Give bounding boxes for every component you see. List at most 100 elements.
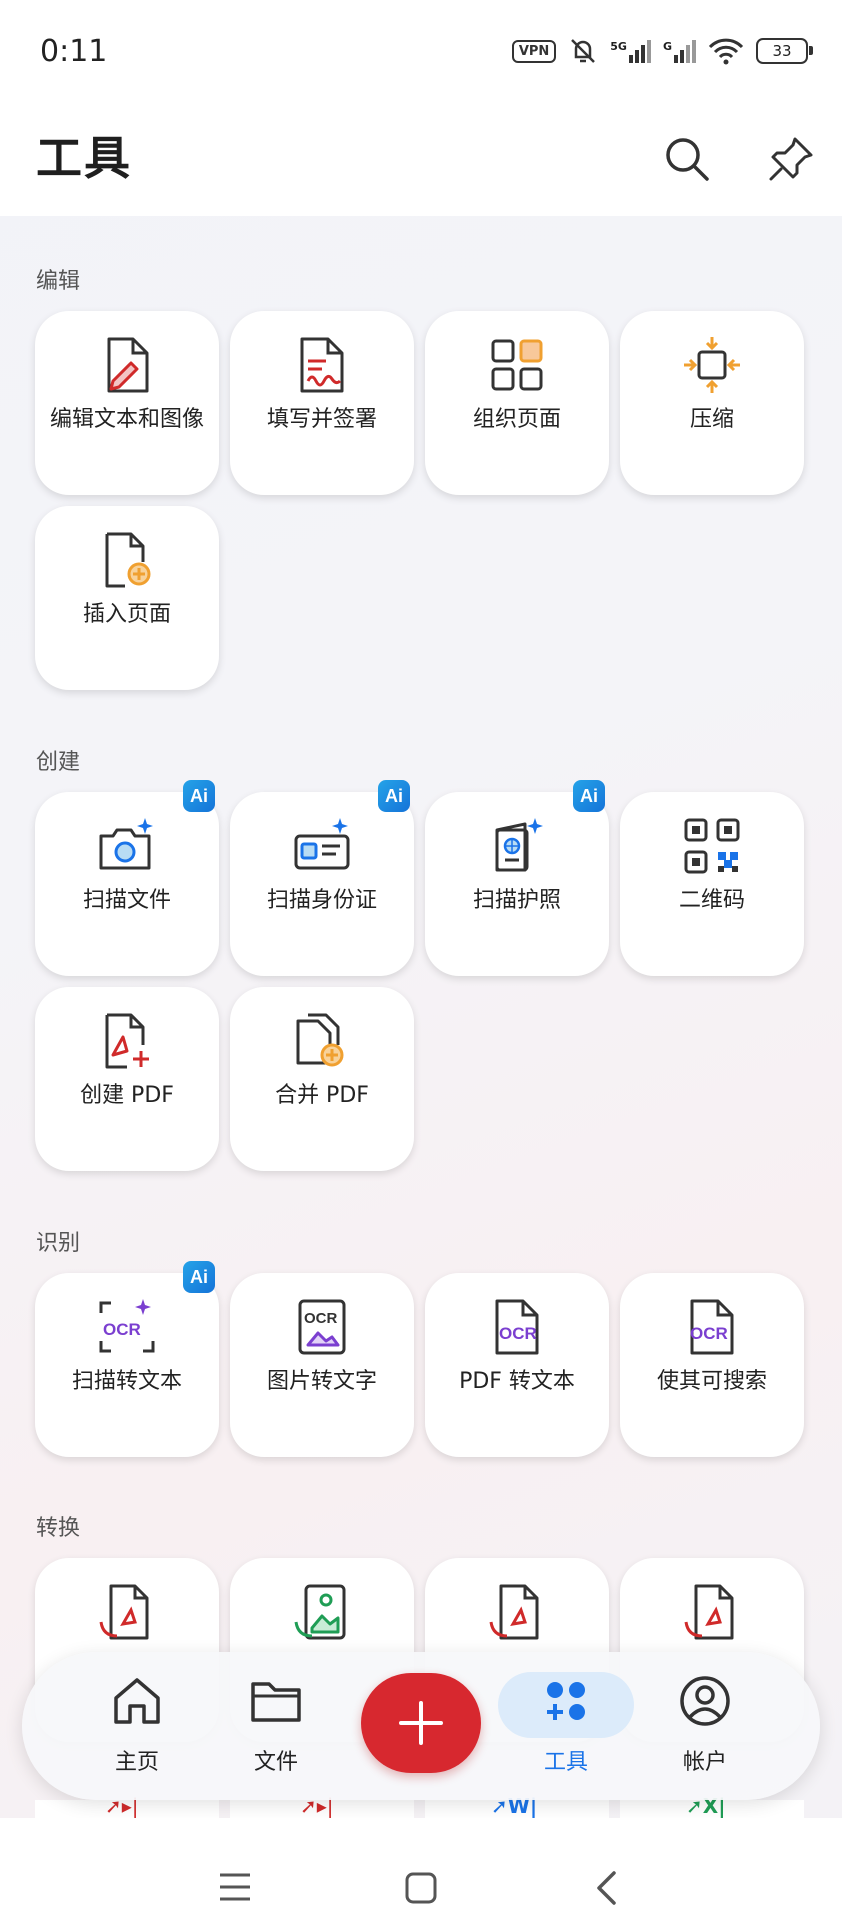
ai-badge: Ai	[573, 780, 605, 812]
tool-label: 编辑文本和图像	[49, 407, 204, 432]
nav-label: 文件	[253, 1750, 298, 1775]
menu-icon[interactable]	[218, 1872, 252, 1902]
searchable-ocr-icon: OCR	[690, 1299, 734, 1355]
pdf-convert-icon	[489, 1584, 539, 1640]
signal-g-icon: G	[662, 39, 696, 63]
merge-pdf-icon	[296, 1013, 344, 1067]
fill-sign-icon	[300, 337, 344, 393]
tool-scan-to-text[interactable]: Ai OCR 扫描转文本	[35, 1261, 219, 1457]
passport-scan-icon	[495, 818, 543, 872]
organize-pages-icon	[491, 339, 543, 391]
tool-label: 创建 PDF	[80, 1083, 174, 1108]
page-title: 工具	[36, 131, 132, 185]
tool-label: 组织页面	[472, 407, 561, 432]
tool-create-pdf[interactable]: 创建 PDF	[35, 987, 219, 1171]
tool-label: 二维码	[678, 888, 745, 913]
edit-document-icon	[107, 337, 149, 393]
ocr-scan-icon: OCR	[99, 1299, 155, 1353]
tool-label: 扫描文件	[82, 888, 171, 913]
ai-badge: Ai	[183, 1261, 215, 1293]
tool-label: 扫描护照	[472, 888, 561, 913]
tool-label: 使其可搜索	[656, 1369, 767, 1394]
nav-label: 主页	[114, 1750, 159, 1775]
nav-label: 帐户	[682, 1750, 727, 1775]
section-create-title: 创建	[36, 750, 81, 775]
tool-scan-passport[interactable]: Ai 扫描护照	[425, 780, 609, 976]
pin-icon	[769, 137, 813, 181]
pin-button[interactable]	[756, 124, 826, 194]
signal-5g-icon: 5G	[610, 39, 651, 63]
image-to-pdf-icon	[294, 1584, 346, 1640]
camera-scan-icon	[99, 818, 153, 870]
peek-card: ➚▸|	[35, 1794, 219, 1820]
insert-page-icon	[105, 532, 151, 588]
tool-scan-document[interactable]: Ai 扫描文件	[35, 780, 219, 976]
ai-badge: Ai	[183, 780, 215, 812]
status-bar: 0:11 VPN 5G G 33	[0, 0, 842, 108]
tool-pdf-to-text[interactable]: OCR PDF 转文本	[425, 1273, 609, 1457]
search-icon	[666, 138, 709, 181]
tools-icon	[547, 1682, 585, 1720]
tool-label: 扫描身份证	[266, 888, 377, 913]
net-g-label: G	[662, 39, 672, 53]
tool-compress[interactable]: 压缩	[620, 311, 804, 495]
peek-card: ➚X|	[620, 1794, 804, 1820]
tool-label: 扫描转文本	[71, 1369, 182, 1394]
tool-label: 合并 PDF	[275, 1083, 369, 1108]
tool-insert-pages[interactable]: 插入页面	[35, 506, 219, 690]
ocr-glyph: OCR	[304, 1310, 338, 1327]
create-fab-button[interactable]	[361, 1673, 481, 1773]
battery-icon: 33	[756, 38, 813, 64]
image-ocr-icon: OCR	[298, 1299, 346, 1355]
folder-icon	[251, 1682, 301, 1722]
tool-label: PDF 转文本	[459, 1369, 575, 1394]
ocr-glyph: OCR	[690, 1324, 728, 1343]
wifi-icon	[708, 38, 744, 65]
ai-badge: Ai	[378, 780, 410, 812]
tool-merge-pdf[interactable]: 合并 PDF	[230, 987, 414, 1171]
app-bar: 工具	[0, 108, 842, 216]
search-button[interactable]	[652, 124, 722, 194]
back-icon[interactable]	[594, 1870, 618, 1906]
tool-make-searchable[interactable]: OCR 使其可搜索	[620, 1273, 804, 1457]
tool-image-to-text[interactable]: OCR 图片转文字	[230, 1273, 414, 1457]
qr-code-icon	[684, 818, 740, 874]
tool-fill-sign[interactable]: 填写并签署	[230, 311, 414, 495]
tool-label: 插入页面	[82, 602, 171, 627]
mute-bell-icon	[571, 39, 596, 63]
pdf-convert-icon	[99, 1584, 149, 1640]
plus-icon	[399, 1701, 443, 1745]
id-card-scan-icon	[294, 818, 350, 870]
peek-card: ➚▸|	[230, 1794, 414, 1820]
nav-label: 工具	[543, 1750, 588, 1775]
nav-tools[interactable]: 工具	[516, 1672, 616, 1784]
home-icon	[114, 1678, 160, 1724]
create-pdf-icon	[105, 1013, 149, 1069]
status-icons: VPN 5G G 33	[511, 36, 813, 66]
nav-home[interactable]: 主页	[87, 1672, 187, 1784]
status-time: 0:11	[40, 34, 108, 69]
nav-files[interactable]: 文件	[226, 1672, 326, 1784]
ocr-glyph: OCR	[499, 1324, 537, 1343]
pdf-ocr-icon: OCR	[495, 1299, 539, 1355]
pdf-convert-icon	[684, 1584, 734, 1640]
section-edit-title: 编辑	[36, 269, 81, 294]
compress-icon	[684, 337, 740, 393]
section-convert-title: 转换	[36, 1516, 81, 1541]
tool-edit-text-images[interactable]: 编辑文本和图像	[35, 311, 219, 495]
system-nav-bar	[0, 1818, 842, 1920]
section-recognize-title: 识别	[36, 1231, 81, 1256]
tool-label: 填写并签署	[266, 407, 377, 432]
home-square-icon[interactable]	[404, 1871, 438, 1905]
tool-organize-pages[interactable]: 组织页面	[425, 311, 609, 495]
net-5g-label: 5G	[610, 39, 627, 53]
vpn-icon: VPN	[511, 39, 557, 63]
peek-card: ➚W|	[425, 1794, 609, 1820]
tool-scan-id-card[interactable]: Ai 扫描身份证	[230, 780, 414, 976]
account-icon	[680, 1676, 730, 1726]
ocr-glyph: OCR	[103, 1320, 141, 1339]
nav-account[interactable]: 帐户	[655, 1672, 755, 1784]
tool-label: 压缩	[689, 407, 734, 432]
tool-label: 图片转文字	[266, 1369, 377, 1394]
tool-qr-code[interactable]: 二维码	[620, 792, 804, 976]
